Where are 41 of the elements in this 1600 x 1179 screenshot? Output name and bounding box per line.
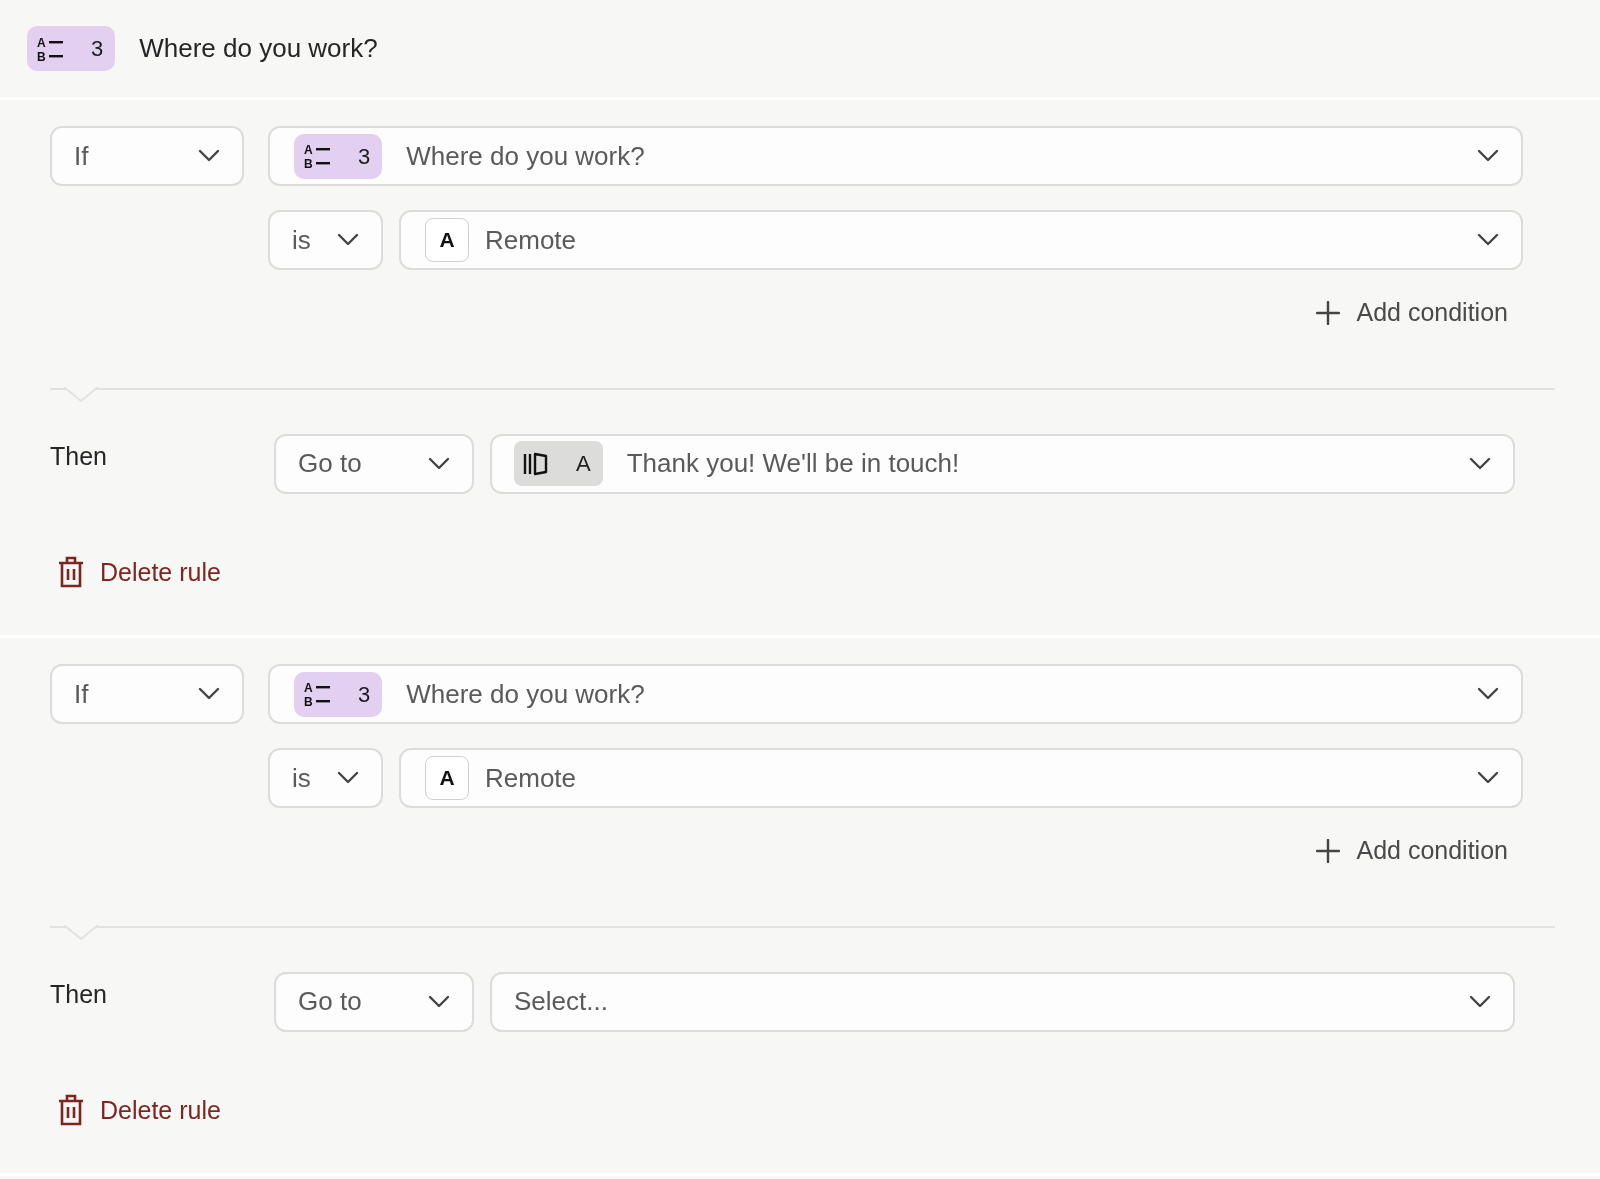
comparator-select[interactable]: is <box>268 748 383 808</box>
chevron-down-icon <box>1477 771 1499 785</box>
chevron-down-icon <box>428 994 450 1009</box>
delete-rule-button[interactable]: Delete rule <box>58 1091 221 1129</box>
choice-letter-badge: A <box>425 218 469 262</box>
delete-rule-button[interactable]: Delete rule <box>58 553 221 591</box>
action-select[interactable]: Go to <box>274 971 474 1032</box>
then-label: Then <box>50 978 108 1010</box>
question-number-badge: A B 3 <box>294 133 383 179</box>
question-select[interactable]: A B 3 Where do you work? <box>268 664 1523 724</box>
answer-select[interactable]: A Remote <box>399 748 1523 808</box>
add-condition-button[interactable]: Add condition <box>1316 294 1508 332</box>
answer-select[interactable]: A Remote <box>399 210 1523 270</box>
plus-icon <box>1316 838 1341 863</box>
plus-icon <box>1316 300 1341 325</box>
then-label: Then <box>50 440 108 472</box>
chevron-down-icon <box>1469 456 1491 471</box>
trash-icon <box>58 1094 84 1127</box>
question-select[interactable]: A B 3 Where do you work? <box>268 126 1523 186</box>
chevron-down-icon <box>1469 994 1491 1009</box>
question-number-badge: A B 3 <box>294 671 383 717</box>
screen-badge: A <box>514 441 603 486</box>
choice-letter-badge: A <box>425 756 469 800</box>
question-number-badge: A B 3 <box>27 26 116 71</box>
operator-select[interactable]: If <box>50 126 244 186</box>
chevron-down-icon <box>1477 233 1499 247</box>
chevron-down-icon <box>198 149 220 163</box>
chevron-down-icon <box>1477 149 1499 163</box>
chevron-down-icon <box>1477 687 1499 701</box>
target-select[interactable]: A Thank you! We'll be in touch! <box>490 433 1515 494</box>
action-select[interactable]: Go to <box>274 433 474 494</box>
comparator-select[interactable]: is <box>268 210 383 270</box>
target-select[interactable]: Select... <box>490 971 1515 1032</box>
operator-select[interactable]: If <box>50 664 244 724</box>
chevron-down-icon <box>337 771 359 785</box>
trash-icon <box>58 556 84 589</box>
question-title: Where do you work? <box>139 32 378 65</box>
chevron-down-icon <box>428 456 450 471</box>
chevron-down-icon <box>198 687 220 701</box>
chevron-down-icon <box>337 233 359 247</box>
add-condition-button[interactable]: Add condition <box>1316 832 1508 870</box>
